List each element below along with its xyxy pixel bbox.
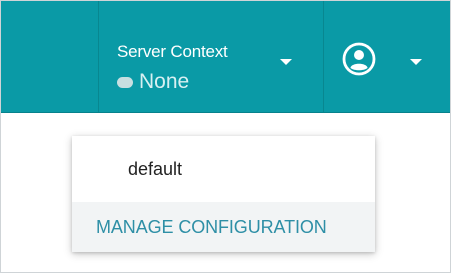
server-context-title: Server Context bbox=[117, 42, 228, 61]
toolbar-divider bbox=[98, 0, 99, 112]
server-context-value: None bbox=[117, 70, 189, 94]
server-context-value-text: None bbox=[139, 70, 190, 93]
caret-down-icon[interactable] bbox=[280, 59, 292, 65]
account-circle-icon[interactable] bbox=[342, 42, 376, 76]
toolbar-divider bbox=[323, 0, 324, 112]
menu-item-manage-configuration[interactable]: MANAGE CONFIGURATION bbox=[72, 202, 375, 252]
status-dot-icon bbox=[117, 76, 133, 88]
server-context-dropdown-menu: default MANAGE CONFIGURATION bbox=[72, 136, 375, 252]
top-bar: Server Context None bbox=[0, 0, 451, 113]
menu-item-default[interactable]: default bbox=[72, 136, 375, 202]
caret-down-icon[interactable] bbox=[410, 59, 422, 65]
